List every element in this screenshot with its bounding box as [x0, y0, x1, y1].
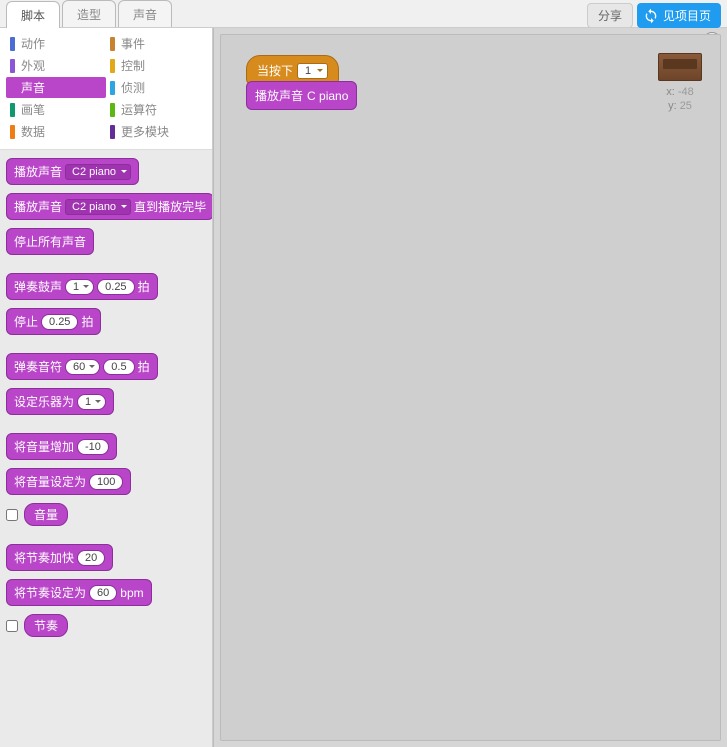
sprite-thumbnail[interactable]: x: -48 y: 25	[658, 53, 702, 114]
block-set-volume[interactable]: 将音量设定为100	[6, 468, 131, 495]
hat-key-dropdown[interactable]: 1	[297, 63, 328, 79]
cat-control[interactable]: 控制	[106, 55, 206, 76]
reporter-volume[interactable]: 音量	[24, 503, 68, 526]
drum-num-input[interactable]: 1	[65, 279, 94, 295]
cat-pen[interactable]: 画笔	[6, 99, 106, 120]
tab-costumes[interactable]: 造型	[62, 0, 116, 27]
tempo-monitor-row: 节奏	[6, 614, 206, 637]
top-tabs: 脚本 造型 声音 分享 见项目页	[0, 0, 727, 28]
block-set-tempo[interactable]: 将节奏设定为60bpm	[6, 579, 152, 606]
tab-scripts[interactable]: 脚本	[6, 1, 60, 28]
cat-events[interactable]: 事件	[106, 33, 206, 54]
cat-data[interactable]: 数据	[6, 121, 106, 142]
block-change-tempo[interactable]: 将节奏加快20	[6, 544, 113, 571]
instrument-input[interactable]: 1	[77, 394, 106, 410]
note-beats-input[interactable]: 0.5	[103, 359, 134, 375]
block-categories: 动作 外观 声音 画笔 数据 事件 控制 侦测 运算符 更多模块	[0, 28, 212, 150]
block-set-instrument[interactable]: 设定乐器为1	[6, 388, 114, 415]
play-until-dropdown[interactable]: C2 piano	[65, 199, 131, 215]
sprite-y-coord: y: 25	[658, 99, 702, 113]
set-volume-input[interactable]: 100	[89, 474, 123, 490]
block-play-sound[interactable]: 播放声音C2 piano	[6, 158, 139, 185]
cat-motion-bar	[10, 37, 15, 51]
cat-motion[interactable]: 动作	[6, 33, 106, 54]
rest-beats-input[interactable]: 0.25	[41, 314, 78, 330]
main: 动作 外观 声音 画笔 数据 事件 控制 侦测 运算符 更多模块 播放声音C2 …	[0, 28, 727, 747]
change-tempo-input[interactable]: 20	[77, 550, 105, 566]
play-sound-dropdown[interactable]: C2 piano	[65, 164, 131, 180]
cat-operators[interactable]: 运算符	[106, 99, 206, 120]
topbar-right: 分享 见项目页	[587, 3, 721, 28]
cat-more[interactable]: 更多模块	[106, 121, 206, 142]
project-page-label: 见项目页	[663, 7, 711, 24]
block-play-note[interactable]: 弹奏音符600.5拍	[6, 353, 158, 380]
share-button[interactable]: 分享	[587, 3, 633, 28]
cat-sound[interactable]: 声音	[6, 77, 106, 98]
tempo-monitor-checkbox[interactable]	[6, 620, 18, 632]
tab-sounds[interactable]: 声音	[118, 0, 172, 27]
piano-icon	[658, 53, 702, 81]
change-volume-input[interactable]: -10	[77, 439, 109, 455]
left-pane: 动作 外观 声音 画笔 数据 事件 控制 侦测 运算符 更多模块 播放声音C2 …	[0, 28, 213, 747]
block-play-drum[interactable]: 弹奏鼓声10.25拍	[6, 273, 158, 300]
script-block-play-sound[interactable]: 播放声音 C piano	[246, 81, 357, 110]
refresh-icon	[643, 8, 659, 24]
note-input[interactable]: 60	[65, 359, 100, 375]
volume-monitor-row: 音量	[6, 503, 206, 526]
sprite-x-coord: x: -48	[658, 85, 702, 99]
cat-looks[interactable]: 外观	[6, 55, 106, 76]
volume-monitor-checkbox[interactable]	[6, 509, 18, 521]
cat-sensing[interactable]: 侦测	[106, 77, 206, 98]
block-play-sound-until[interactable]: 播放声音C2 piano直到播放完毕	[6, 193, 212, 220]
block-stop-all-sounds[interactable]: 停止所有声音	[6, 228, 94, 255]
set-tempo-input[interactable]: 60	[89, 585, 117, 601]
script-canvas[interactable]: x: -48 y: 25 当按下 1 播放声音 C piano	[220, 34, 721, 741]
project-page-button[interactable]: 见项目页	[637, 3, 721, 28]
block-change-volume[interactable]: 将音量增加-10	[6, 433, 117, 460]
reporter-tempo[interactable]: 节奏	[24, 614, 68, 637]
script-play-dropdown[interactable]: C piano	[307, 89, 348, 103]
blocks-palette: 播放声音C2 piano 播放声音C2 piano直到播放完毕 停止所有声音 弹…	[0, 150, 212, 747]
block-rest[interactable]: 停止0.25拍	[6, 308, 101, 335]
script-area[interactable]: ? x: -48 y: 25 当按下 1 播放声音 C piano	[213, 28, 727, 747]
drum-beats-input[interactable]: 0.25	[97, 279, 134, 295]
